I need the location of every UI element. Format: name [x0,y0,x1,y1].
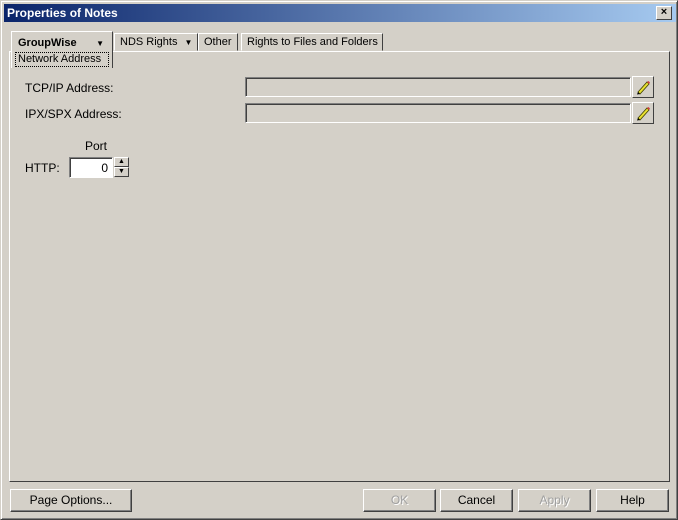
subtab-network-address[interactable]: Network Address [15,52,109,67]
apply-button[interactable]: Apply [518,489,591,512]
edit-ipxspx-button[interactable] [632,102,654,124]
ipxspx-address-field[interactable] [245,103,631,123]
ipxspx-label: IPX/SPX Address: [25,107,122,121]
window-title: Properties of Notes [7,6,118,20]
tab-nds-rights[interactable]: NDS Rights ▼ [114,33,199,51]
help-button[interactable]: Help [596,489,669,512]
chevron-down-icon[interactable]: ▼ [185,38,193,47]
chevron-down-icon[interactable]: ▼ [96,35,104,52]
tab-rights-files-folders[interactable]: Rights to Files and Folders [241,33,383,51]
http-port-input[interactable]: 0 [69,157,113,178]
cancel-button[interactable]: Cancel [440,489,513,512]
http-label: HTTP: [25,161,60,175]
edit-tcpip-button[interactable] [632,76,654,98]
tab-groupwise[interactable]: GroupWise ▼ Network Address [11,31,113,68]
spin-down-button[interactable]: ▼ [114,167,129,177]
ok-button[interactable]: OK [363,489,436,512]
spin-up-button[interactable]: ▲ [114,157,129,167]
tcpip-label: TCP/IP Address: [25,81,114,95]
port-header: Port [85,139,108,153]
tcpip-address-field[interactable] [245,77,631,97]
tab-label: Other [204,36,232,48]
tab-label: GroupWise [18,37,77,49]
tab-other[interactable]: Other [198,33,238,51]
pencil-icon [637,81,650,95]
tab-label: Rights to Files and Folders [247,36,378,48]
tab-label: NDS Rights [120,36,178,48]
properties-dialog: Properties of Notes × GroupWise ▼ Networ… [0,0,678,520]
page-options-button[interactable]: Page Options... [10,489,132,512]
title-bar: Properties of Notes [4,4,676,22]
close-button[interactable]: × [656,6,672,20]
pencil-icon [637,107,650,121]
